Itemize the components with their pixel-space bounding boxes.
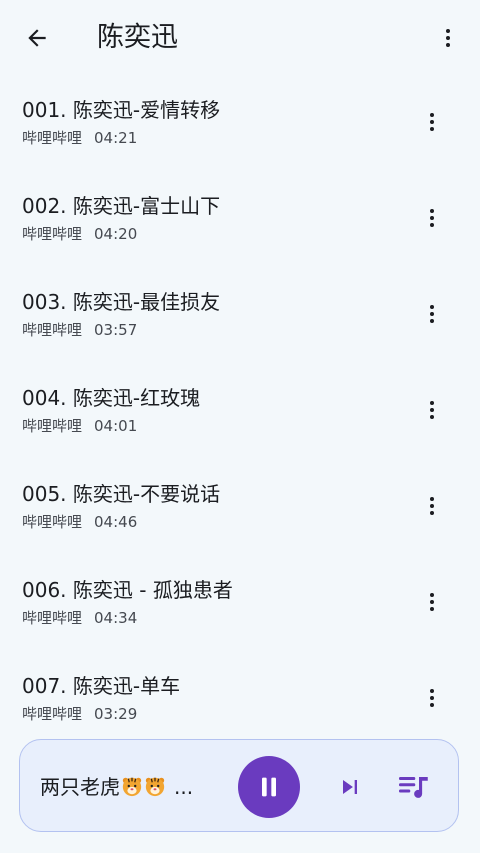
more-vert-icon xyxy=(430,401,434,419)
song-title: 002. 陈奕迅-富士山下 xyxy=(22,194,221,218)
song-duration: 04:34 xyxy=(94,609,138,627)
queue-music-icon xyxy=(399,777,428,798)
song-source: 哔哩哔哩 xyxy=(22,513,83,531)
tiger-emoji-icon xyxy=(145,777,165,797)
playlist-queue-button[interactable] xyxy=(392,767,436,807)
mini-player[interactable]: 两只老虎 ... xyxy=(19,739,459,832)
song-item[interactable]: 001. 陈奕迅-爱情转移 哔哩哔哩 04:21 xyxy=(0,76,480,172)
song-source: 哔哩哔哩 xyxy=(22,705,83,723)
song-duration: 03:57 xyxy=(94,321,138,339)
music-app: 陈奕迅 001. 陈奕迅-爱情转移 哔哩哔哩 04:21 002. 陈奕迅-富士山… xyxy=(0,0,480,853)
pause-icon xyxy=(262,777,276,797)
skip-next-icon xyxy=(343,780,357,794)
song-item[interactable]: 003. 陈奕迅-最佳损友 哔哩哔哩 03:57 xyxy=(0,268,480,364)
song-more-button[interactable] xyxy=(412,678,452,718)
top-app-bar: 陈奕迅 xyxy=(0,0,480,76)
skip-next-button[interactable] xyxy=(330,767,370,807)
song-source: 哔哩哔哩 xyxy=(22,129,83,147)
song-source: 哔哩哔哩 xyxy=(22,321,83,339)
more-vert-icon xyxy=(446,29,450,47)
more-vert-icon xyxy=(430,497,434,515)
song-item[interactable]: 002. 陈奕迅-富士山下 哔哩哔哩 04:20 xyxy=(0,172,480,268)
song-title: 006. 陈奕迅 - 孤独患者 xyxy=(22,578,233,602)
song-title: 007. 陈奕迅-单车 xyxy=(22,674,181,698)
tiger-emoji-icon xyxy=(122,777,142,797)
page-title: 陈奕迅 xyxy=(97,22,178,53)
overflow-menu-button[interactable] xyxy=(428,18,468,58)
song-more-button[interactable] xyxy=(412,198,452,238)
song-title: 003. 陈奕迅-最佳损友 xyxy=(22,290,221,314)
song-meta: 哔哩哔哩 03:57 xyxy=(22,320,137,340)
song-meta: 哔哩哔哩 04:46 xyxy=(22,512,137,532)
song-duration: 03:29 xyxy=(94,705,138,723)
song-more-button[interactable] xyxy=(412,294,452,334)
song-meta: 哔哩哔哩 03:29 xyxy=(22,704,137,724)
song-more-button[interactable] xyxy=(412,390,452,430)
song-title: 005. 陈奕迅-不要说话 xyxy=(22,482,221,506)
song-item[interactable]: 006. 陈奕迅 - 孤独患者 哔哩哔哩 04:34 xyxy=(0,556,480,652)
song-item[interactable]: 007. 陈奕迅-单车 哔哩哔哩 03:29 xyxy=(0,652,480,748)
song-duration: 04:20 xyxy=(94,225,138,243)
song-more-button[interactable] xyxy=(412,582,452,622)
more-vert-icon xyxy=(430,689,434,707)
song-meta: 哔哩哔哩 04:20 xyxy=(22,224,137,244)
back-button[interactable] xyxy=(17,18,57,58)
pause-button[interactable] xyxy=(238,756,300,818)
more-vert-icon xyxy=(430,593,434,611)
now-playing-text: 两只老虎 xyxy=(40,775,120,799)
song-item[interactable]: 005. 陈奕迅-不要说话 哔哩哔哩 04:46 xyxy=(0,460,480,556)
more-vert-icon xyxy=(430,305,434,323)
more-vert-icon xyxy=(430,209,434,227)
song-title: 001. 陈奕迅-爱情转移 xyxy=(22,98,221,122)
arrow-back-icon xyxy=(28,29,46,47)
more-vert-icon xyxy=(430,113,434,131)
song-list: 001. 陈奕迅-爱情转移 哔哩哔哩 04:21 002. 陈奕迅-富士山下 哔哩… xyxy=(0,76,480,748)
song-more-button[interactable] xyxy=(412,486,452,526)
song-item[interactable]: 004. 陈奕迅-红玫瑰 哔哩哔哩 04:01 xyxy=(0,364,480,460)
song-source: 哔哩哔哩 xyxy=(22,417,83,435)
song-duration: 04:01 xyxy=(94,417,138,435)
now-playing-title[interactable]: 两只老虎 ... xyxy=(40,773,193,801)
song-duration: 04:46 xyxy=(94,513,138,531)
song-title: 004. 陈奕迅-红玫瑰 xyxy=(22,386,201,410)
song-source: 哔哩哔哩 xyxy=(22,609,83,627)
song-more-button[interactable] xyxy=(412,102,452,142)
title-ellipsis: ... xyxy=(174,775,194,799)
song-meta: 哔哩哔哩 04:21 xyxy=(22,128,137,148)
song-source: 哔哩哔哩 xyxy=(22,225,83,243)
song-duration: 04:21 xyxy=(94,129,138,147)
song-meta: 哔哩哔哩 04:34 xyxy=(22,608,137,628)
song-meta: 哔哩哔哩 04:01 xyxy=(22,416,137,436)
